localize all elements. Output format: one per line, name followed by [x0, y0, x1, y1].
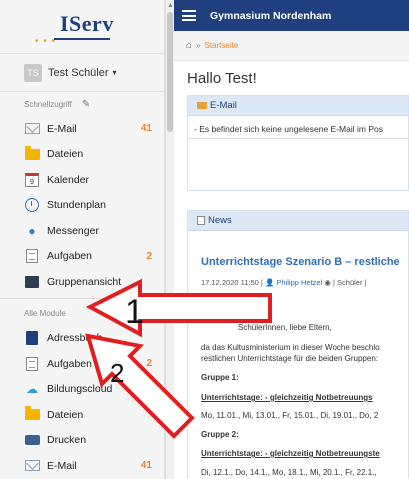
mail-icon [24, 122, 40, 136]
sidebar-item-label: Adressbuch [47, 332, 103, 345]
sidebar-item-label: Dateien [47, 148, 84, 161]
sidebar-item-print[interactable]: Drucken [0, 428, 164, 454]
scroll-up-icon[interactable]: ▲ [167, 2, 174, 9]
all-modules-label: Alle Module [24, 309, 66, 318]
sidebar-item-label: Stundenplan [47, 199, 106, 212]
sidebar-item-group-view[interactable]: Gruppenansicht [0, 269, 164, 295]
news-paragraph: restlichen Unterrichtstage für die beide… [201, 354, 378, 363]
sidebar-item-calendar[interactable]: 9 Kalender [0, 167, 164, 193]
unread-count-badge: 41 [140, 460, 152, 472]
chevron-down-icon: ▾ [112, 68, 117, 77]
folder-icon [24, 406, 40, 422]
quick-access-title: Schnellzugriff ✎ [0, 92, 164, 116]
sidebar-item-timetable[interactable]: Stundenplan [0, 193, 164, 219]
sidebar-item-tasks[interactable]: Aufgaben 2 [0, 244, 164, 270]
email-panel-header[interactable]: E-Mail [188, 96, 408, 116]
quick-access-label: Schnellzugriff [24, 99, 72, 109]
sidebar-item-education-cloud[interactable]: ☁ Bildungscloud [0, 377, 164, 403]
folder-icon [24, 145, 40, 161]
clock-icon [24, 198, 40, 213]
logo-area: • • • IServ [0, 0, 164, 54]
news-icon [197, 216, 205, 225]
email-panel: E-Mail - Es befindet sich keine ungelese… [187, 95, 409, 191]
news-panel: News Unterrichtstage Szenario B – restli… [187, 210, 409, 479]
news-article-meta: 17.12.2020 11:50 | 👤 Philipp Hetzel ◉ | … [201, 278, 367, 287]
eye-icon: ◉ [324, 278, 331, 287]
avatar: TS [24, 63, 42, 82]
pencil-icon[interactable]: ✎ [82, 99, 90, 110]
news-panel-title: News [208, 215, 232, 226]
sidebar-item-files-module[interactable]: Dateien [0, 402, 164, 428]
divider [188, 138, 408, 139]
news-author[interactable]: Philipp Hetzel [276, 278, 322, 287]
sidebar-item-email[interactable]: E-Mail 41 [0, 116, 164, 142]
breadcrumb-current[interactable]: Startseite [205, 41, 239, 50]
sidebar-item-addressbook[interactable]: Adressbuch [0, 326, 164, 352]
school-name: Gymnasium Nordenham [210, 9, 332, 22]
all-modules-title: Alle Module [0, 302, 164, 326]
page-title: Hallo Test! [187, 70, 257, 87]
sidebar-item-label: Messenger [47, 224, 99, 237]
collapse-chevron-icon[interactable]: ▾ [158, 309, 162, 318]
sidebar-item-label: Bildungscloud [47, 383, 113, 396]
sidebar-item-label: Aufgaben [47, 357, 92, 370]
sidebar-item-files[interactable]: Dateien [0, 142, 164, 168]
email-panel-title: E-Mail [210, 100, 237, 111]
news-dates: Mo, 11.01., Mi, 13.01., Fr, 15.01., Di, … [201, 411, 379, 420]
unread-count-badge: 41 [140, 123, 152, 135]
task-icon [24, 249, 40, 264]
news-group-heading: Gruppe 1: [201, 373, 239, 382]
sidebar-item-tasks-module[interactable]: Aufgaben 2 [0, 351, 164, 377]
group-icon [24, 275, 40, 289]
news-panel-header[interactable]: News [188, 211, 408, 231]
sidebar-item-label: E-Mail [47, 122, 77, 135]
user-name: Test Schüler [48, 66, 109, 79]
email-panel-message: - Es befindet sich keine ungelesene E-Ma… [194, 124, 383, 134]
top-navbar: Gymnasium Nordenham [174, 0, 409, 31]
divider [0, 297, 164, 299]
news-audience: | Schüler | [333, 278, 367, 287]
news-greeting: SchülerInnen, liebe Eltern, [238, 323, 332, 332]
hamburger-menu-icon[interactable] [182, 10, 196, 21]
addressbook-icon [24, 331, 40, 346]
mail-icon [24, 459, 40, 473]
sidebar-item-label: Aufgaben [47, 250, 92, 263]
home-icon[interactable]: ⌂ [186, 40, 192, 51]
news-group-heading: Gruppe 2: [201, 430, 239, 439]
news-dates: Di, 12.1., Do, 14.1., Mo, 18.1., Mi, 20.… [201, 468, 377, 477]
sidebar: • • • IServ TS Test Schüler ▾ Schnellzug… [0, 0, 165, 479]
sidebar-item-label: Gruppenansicht [47, 275, 122, 288]
task-count-badge: 2 [146, 358, 152, 370]
calendar-icon: 9 [24, 172, 40, 187]
envelope-icon [197, 102, 207, 109]
printer-icon [24, 433, 40, 447]
task-icon [24, 356, 40, 371]
sidebar-item-label: Drucken [47, 434, 87, 447]
task-count-badge: 2 [146, 250, 152, 262]
logo-dots: • • • [35, 36, 57, 47]
news-date: 17.12.2020 11:50 | [201, 278, 263, 287]
sidebar-item-email-module[interactable]: E-Mail 41 [0, 453, 164, 479]
news-paragraph: da das Kultusministerium in dieser Woche… [201, 343, 380, 352]
user-icon: 👤 [264, 278, 275, 287]
iserv-logo[interactable]: IServ [60, 11, 114, 37]
logo-underline [54, 38, 110, 40]
user-menu[interactable]: TS Test Schüler ▾ [0, 54, 164, 92]
breadcrumb: ⌂ » Startseite [174, 31, 409, 61]
sidebar-item-label: E-Mail [47, 459, 77, 472]
sidebar-item-label: Dateien [47, 408, 84, 421]
sidebar-scrollbar[interactable]: ▲ [165, 0, 174, 479]
messenger-icon: ● [28, 223, 36, 238]
breadcrumb-separator: » [196, 41, 201, 50]
news-subheading: Unterrichtstage: - gleichzeitig Notbetre… [201, 449, 380, 458]
news-article-title[interactable]: Unterrichtstage Szenario B – restliche [201, 256, 400, 268]
cloud-icon: ☁ [26, 382, 38, 397]
sidebar-item-messenger[interactable]: ● Messenger [0, 218, 164, 244]
scrollbar-thumb[interactable] [167, 12, 173, 132]
sidebar-item-label: Kalender [47, 173, 90, 186]
news-subheading: Unterrichtstage: - gleichzeitig Notbetre… [201, 393, 373, 402]
